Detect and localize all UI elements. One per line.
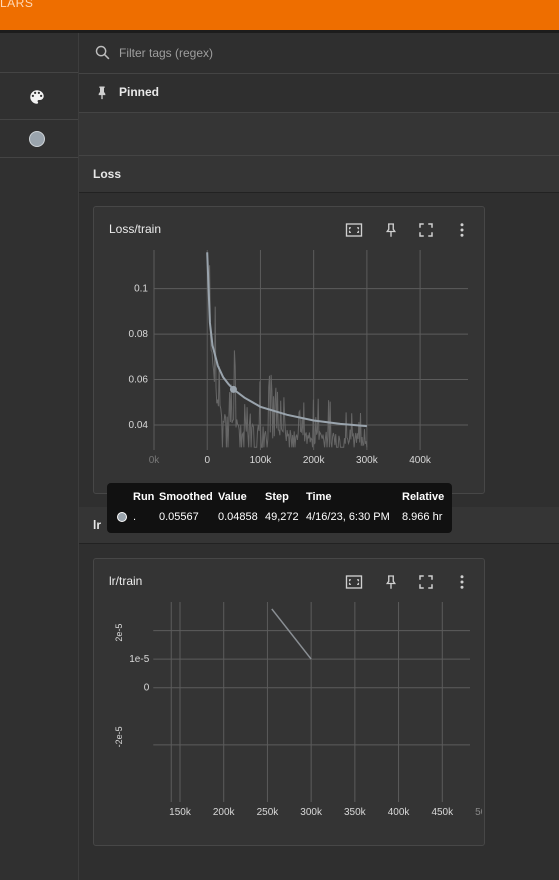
y-tick-label: 0 xyxy=(144,683,150,694)
fullscreen-icon[interactable] xyxy=(416,573,436,591)
x-tick-label: 150k xyxy=(169,807,192,818)
x-tick-label: 100k xyxy=(250,455,273,466)
y-tick-label: 0.06 xyxy=(129,375,149,386)
x-tick-label: 250k xyxy=(257,807,280,818)
x-tick-label: 400k xyxy=(388,807,411,818)
tooltip-value: 0.04858 xyxy=(218,511,258,523)
app-header-title: LARS xyxy=(0,0,34,10)
more-vert-icon[interactable] xyxy=(452,573,472,591)
lr-series-line xyxy=(271,608,312,660)
tooltip-relative: 8.966 hr xyxy=(402,511,443,523)
pinned-label: Pinned xyxy=(119,85,160,99)
x-tick-label: 0 xyxy=(204,455,210,466)
app-header: LARS xyxy=(0,0,559,30)
raw-loss-series xyxy=(206,254,368,448)
x-tick-label: 500k xyxy=(475,807,482,818)
x-tick-label: 300k xyxy=(356,455,379,466)
y-tick-label: 0.08 xyxy=(129,329,149,340)
loss-train-chart[interactable]: 0k 0 100k 200k 300k 400k 0.1 0.08 0.06 0.04 xyxy=(94,240,482,475)
lr-train-chart[interactable]: 150k 200k 250k 300k 350k 400k 450k 500k 2e-5 1e-5… xyxy=(94,592,482,822)
chart-tooltip: Run Smoothed Value Step Time Relative . … xyxy=(107,483,452,533)
y-tick-label: 0.1 xyxy=(134,284,148,295)
sidebar-color-palette-row[interactable] xyxy=(0,73,78,120)
tooltip-time: 4/16/23, 6:30 PM xyxy=(306,511,390,523)
section-loss-header[interactable]: Loss xyxy=(79,156,559,193)
run-color-dot[interactable] xyxy=(29,131,45,147)
hover-point-smoothed xyxy=(229,385,237,393)
y-tick-label: 0.04 xyxy=(129,420,149,431)
section-loss-label: Loss xyxy=(93,167,122,181)
pinned-section-header[interactable]: Pinned xyxy=(79,74,559,113)
tooltip-header-smoothed: Smoothed xyxy=(159,491,213,503)
tooltip-header-relative: Relative xyxy=(402,491,445,503)
search-icon xyxy=(95,45,110,60)
sidebar-run-row[interactable] xyxy=(0,120,78,158)
palette-icon[interactable] xyxy=(28,88,46,106)
lr-train-card-title: lr/train xyxy=(109,574,143,588)
x-tick-label: 200k xyxy=(303,455,326,466)
fit-domain-icon[interactable] xyxy=(344,221,364,239)
tag-filter-input[interactable] xyxy=(117,42,541,64)
tooltip-step: 49,272 xyxy=(265,511,299,523)
x-tick-label: 300k xyxy=(300,807,323,818)
tooltip-run-dot xyxy=(117,512,127,522)
tooltip-header-run: Run xyxy=(133,491,155,503)
pin-card-icon[interactable] xyxy=(381,573,401,591)
loss-train-card-title: Loss/train xyxy=(109,222,162,236)
tooltip-run-name: . xyxy=(133,511,137,523)
tag-filter-bar xyxy=(79,33,559,74)
y-tick-label: 2e-5 xyxy=(114,624,124,642)
tooltip-header-time: Time xyxy=(306,491,332,503)
y-tick-label: -2e-5 xyxy=(114,726,124,747)
pinned-empty-area xyxy=(79,113,559,156)
x-tick-label: 200k xyxy=(213,807,236,818)
x-tick-label: 450k xyxy=(431,807,454,818)
more-vert-icon[interactable] xyxy=(452,221,472,239)
tooltip-header-step: Step xyxy=(265,491,289,503)
x-tick-label: 0k xyxy=(149,455,161,466)
tooltip-smoothed-value: 0.05567 xyxy=(159,511,199,523)
runs-sidebar xyxy=(0,33,79,880)
pin-icon xyxy=(98,86,106,100)
pin-card-icon[interactable] xyxy=(381,221,401,239)
section-lr-label: lr xyxy=(93,518,102,532)
y-tick-label: 1e-5 xyxy=(129,654,149,665)
tooltip-header-value: Value xyxy=(218,491,247,503)
x-tick-label: 350k xyxy=(344,807,367,818)
fit-domain-icon[interactable] xyxy=(344,573,364,591)
x-tick-label: 400k xyxy=(409,455,432,466)
sidebar-spacer xyxy=(0,33,78,73)
fullscreen-icon[interactable] xyxy=(416,221,436,239)
